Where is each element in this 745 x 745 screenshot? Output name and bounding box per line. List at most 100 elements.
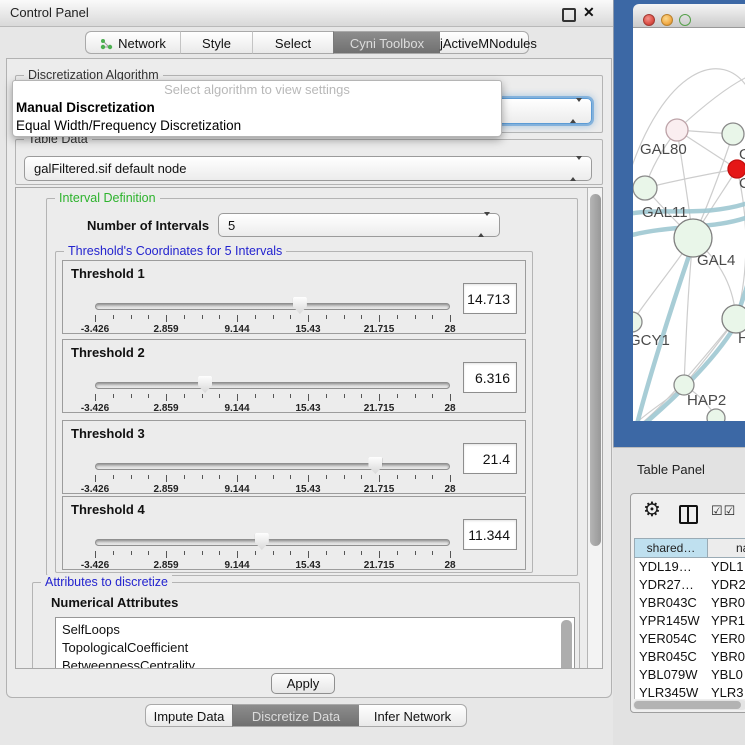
table-row[interactable]: YER054CYER0 (635, 630, 745, 648)
network-window-titlebar[interactable] (633, 4, 745, 28)
tick-mark (273, 475, 274, 479)
slider-track[interactable] (95, 303, 450, 310)
slider-ruler: -3.4262.8599.14415.4321.71528 (95, 551, 450, 577)
close-icon[interactable]: ✕ (583, 4, 595, 21)
slider-thumb[interactable] (255, 533, 269, 550)
scrollbar-thumb[interactable] (634, 701, 741, 709)
tick-mark (415, 475, 416, 479)
horizontal-scrollbar[interactable] (633, 700, 745, 710)
attribute-list-item[interactable]: SelfLoops (62, 621, 574, 639)
threshold-value-field[interactable]: 21.4 (463, 443, 517, 474)
attribute-list-item[interactable]: TopologicalCoefficient (62, 639, 574, 657)
threshold-value-field[interactable]: 11.344 (463, 519, 517, 550)
tick-label: 21.715 (364, 324, 395, 335)
tab-style[interactable]: Style (180, 31, 252, 54)
tick-mark (184, 315, 185, 319)
tick-label: 15.43 (295, 560, 320, 571)
tick-mark (432, 394, 433, 398)
tick-mark (308, 394, 309, 401)
threshold-value-field[interactable]: 14.713 (463, 283, 517, 314)
scrollbar-thumb[interactable] (590, 194, 601, 546)
table-row[interactable]: YBR045CYBR0 (635, 648, 745, 666)
threshold-label: Threshold 2 (71, 345, 145, 360)
node-bottom[interactable] (707, 409, 725, 421)
tab-label: Select (275, 36, 311, 51)
slider-track[interactable] (95, 382, 450, 389)
tick-mark (290, 315, 291, 319)
network-canvas[interactable]: GAL80 GA GAL11 GAL4 GCY1 H HAP2 C (633, 28, 745, 421)
table-cell: YDL19… (639, 558, 692, 576)
table-row[interactable]: YLR345WYLR3 (635, 684, 745, 699)
tab-label: Infer Network (374, 709, 451, 724)
popup-option-equal-width[interactable]: Equal Width/Frequency Discretization (13, 117, 501, 135)
number-of-intervals-select[interactable]: 5 (218, 213, 500, 237)
table-row[interactable]: YDR27…YDR2 (635, 576, 745, 594)
vertical-scrollbar[interactable] (587, 188, 603, 668)
table-cell: YDR2 (711, 576, 745, 594)
gear-icon[interactable]: ⚙ (643, 497, 661, 522)
tick-label: 2.859 (153, 403, 178, 414)
tab-infer-network[interactable]: Infer Network (359, 704, 467, 727)
network-window[interactable]: GAL80 GA GAL11 GAL4 GCY1 H HAP2 C (633, 4, 745, 421)
node-gal11[interactable] (633, 176, 657, 200)
tab-discretize-data[interactable]: Discretize Data (232, 704, 359, 727)
node-gal80[interactable] (666, 119, 688, 141)
table-row[interactable]: YPR145WYPR1 (635, 612, 745, 630)
table-panel-title: Table Panel (637, 462, 705, 477)
column-header-shared-name[interactable]: shared… (634, 538, 708, 558)
table-row[interactable]: YBL079WYBL0 (635, 666, 745, 684)
threshold-1-slider[interactable]: -3.4262.8599.14415.4321.71528 (95, 295, 450, 329)
popup-option-manual[interactable]: Manual Discretization (13, 99, 501, 117)
node-top-right[interactable] (722, 123, 744, 145)
tick-mark (184, 551, 185, 555)
threshold-4-slider[interactable]: -3.4262.8599.14415.4321.71528 (95, 531, 450, 565)
table-data-select[interactable]: galFiltered.sif default node (24, 156, 592, 181)
tick-mark (113, 551, 114, 555)
columns-icon[interactable] (679, 505, 698, 524)
tick-label: -3.426 (81, 324, 109, 335)
tick-mark (131, 394, 132, 398)
tick-mark (308, 315, 309, 322)
slider-thumb[interactable] (293, 297, 307, 314)
tick-mark (131, 475, 132, 479)
float-window-icon[interactable] (562, 8, 576, 22)
attribute-list-item[interactable]: BetweennessCentrality (62, 657, 574, 669)
checkbox-icons[interactable]: ☑☑ (711, 503, 736, 519)
close-traffic-light-icon[interactable] (643, 14, 655, 26)
list-scrollbar-thumb[interactable] (561, 620, 572, 669)
tick-mark (415, 315, 416, 319)
threshold-2-slider[interactable]: -3.4262.8599.14415.4321.71528 (95, 374, 450, 408)
node-label: HAP2 (687, 392, 726, 409)
tab-select[interactable]: Select (252, 31, 333, 54)
screen: Control Panel ✕ Network Style Select Cyn… (0, 0, 745, 745)
tick-mark (148, 394, 149, 398)
tab-network[interactable]: Network (85, 31, 180, 54)
slider-track[interactable] (95, 463, 450, 470)
tick-mark (113, 475, 114, 479)
tab-cyni-toolbox[interactable]: Cyni Toolbox (333, 31, 440, 54)
tab-impute-data[interactable]: Impute Data (145, 704, 232, 727)
node-h[interactable] (722, 305, 745, 333)
tab-jactivemnodules[interactable]: jActiveMNodules (440, 31, 529, 54)
tick-mark (166, 315, 167, 322)
table-row[interactable]: YDL19…YDL1 (635, 558, 745, 576)
column-header-name[interactable]: na (708, 538, 745, 558)
zoom-traffic-light-icon[interactable] (679, 14, 691, 26)
tick-mark (450, 475, 451, 482)
threshold-value-field[interactable]: 6.316 (463, 362, 517, 393)
tick-mark (344, 394, 345, 398)
node-gcy1[interactable] (633, 312, 642, 332)
tick-label: 15.43 (295, 403, 320, 414)
tab-label: Style (202, 36, 231, 51)
threshold-3-slider[interactable]: -3.4262.8599.14415.4321.71528 (95, 455, 450, 489)
tick-mark (184, 475, 185, 479)
minimize-traffic-light-icon[interactable] (661, 14, 673, 26)
apply-button[interactable]: Apply (271, 673, 335, 694)
attributes-list[interactable]: SelfLoopsTopologicalCoefficientBetweenne… (55, 617, 575, 669)
slider-thumb[interactable] (368, 457, 382, 474)
slider-track[interactable] (95, 539, 450, 546)
list-scrollbar[interactable] (561, 620, 572, 669)
table-row[interactable]: YBR043CYBR0 (635, 594, 745, 612)
slider-thumb[interactable] (198, 376, 212, 393)
tick-label: 2.859 (153, 560, 178, 571)
